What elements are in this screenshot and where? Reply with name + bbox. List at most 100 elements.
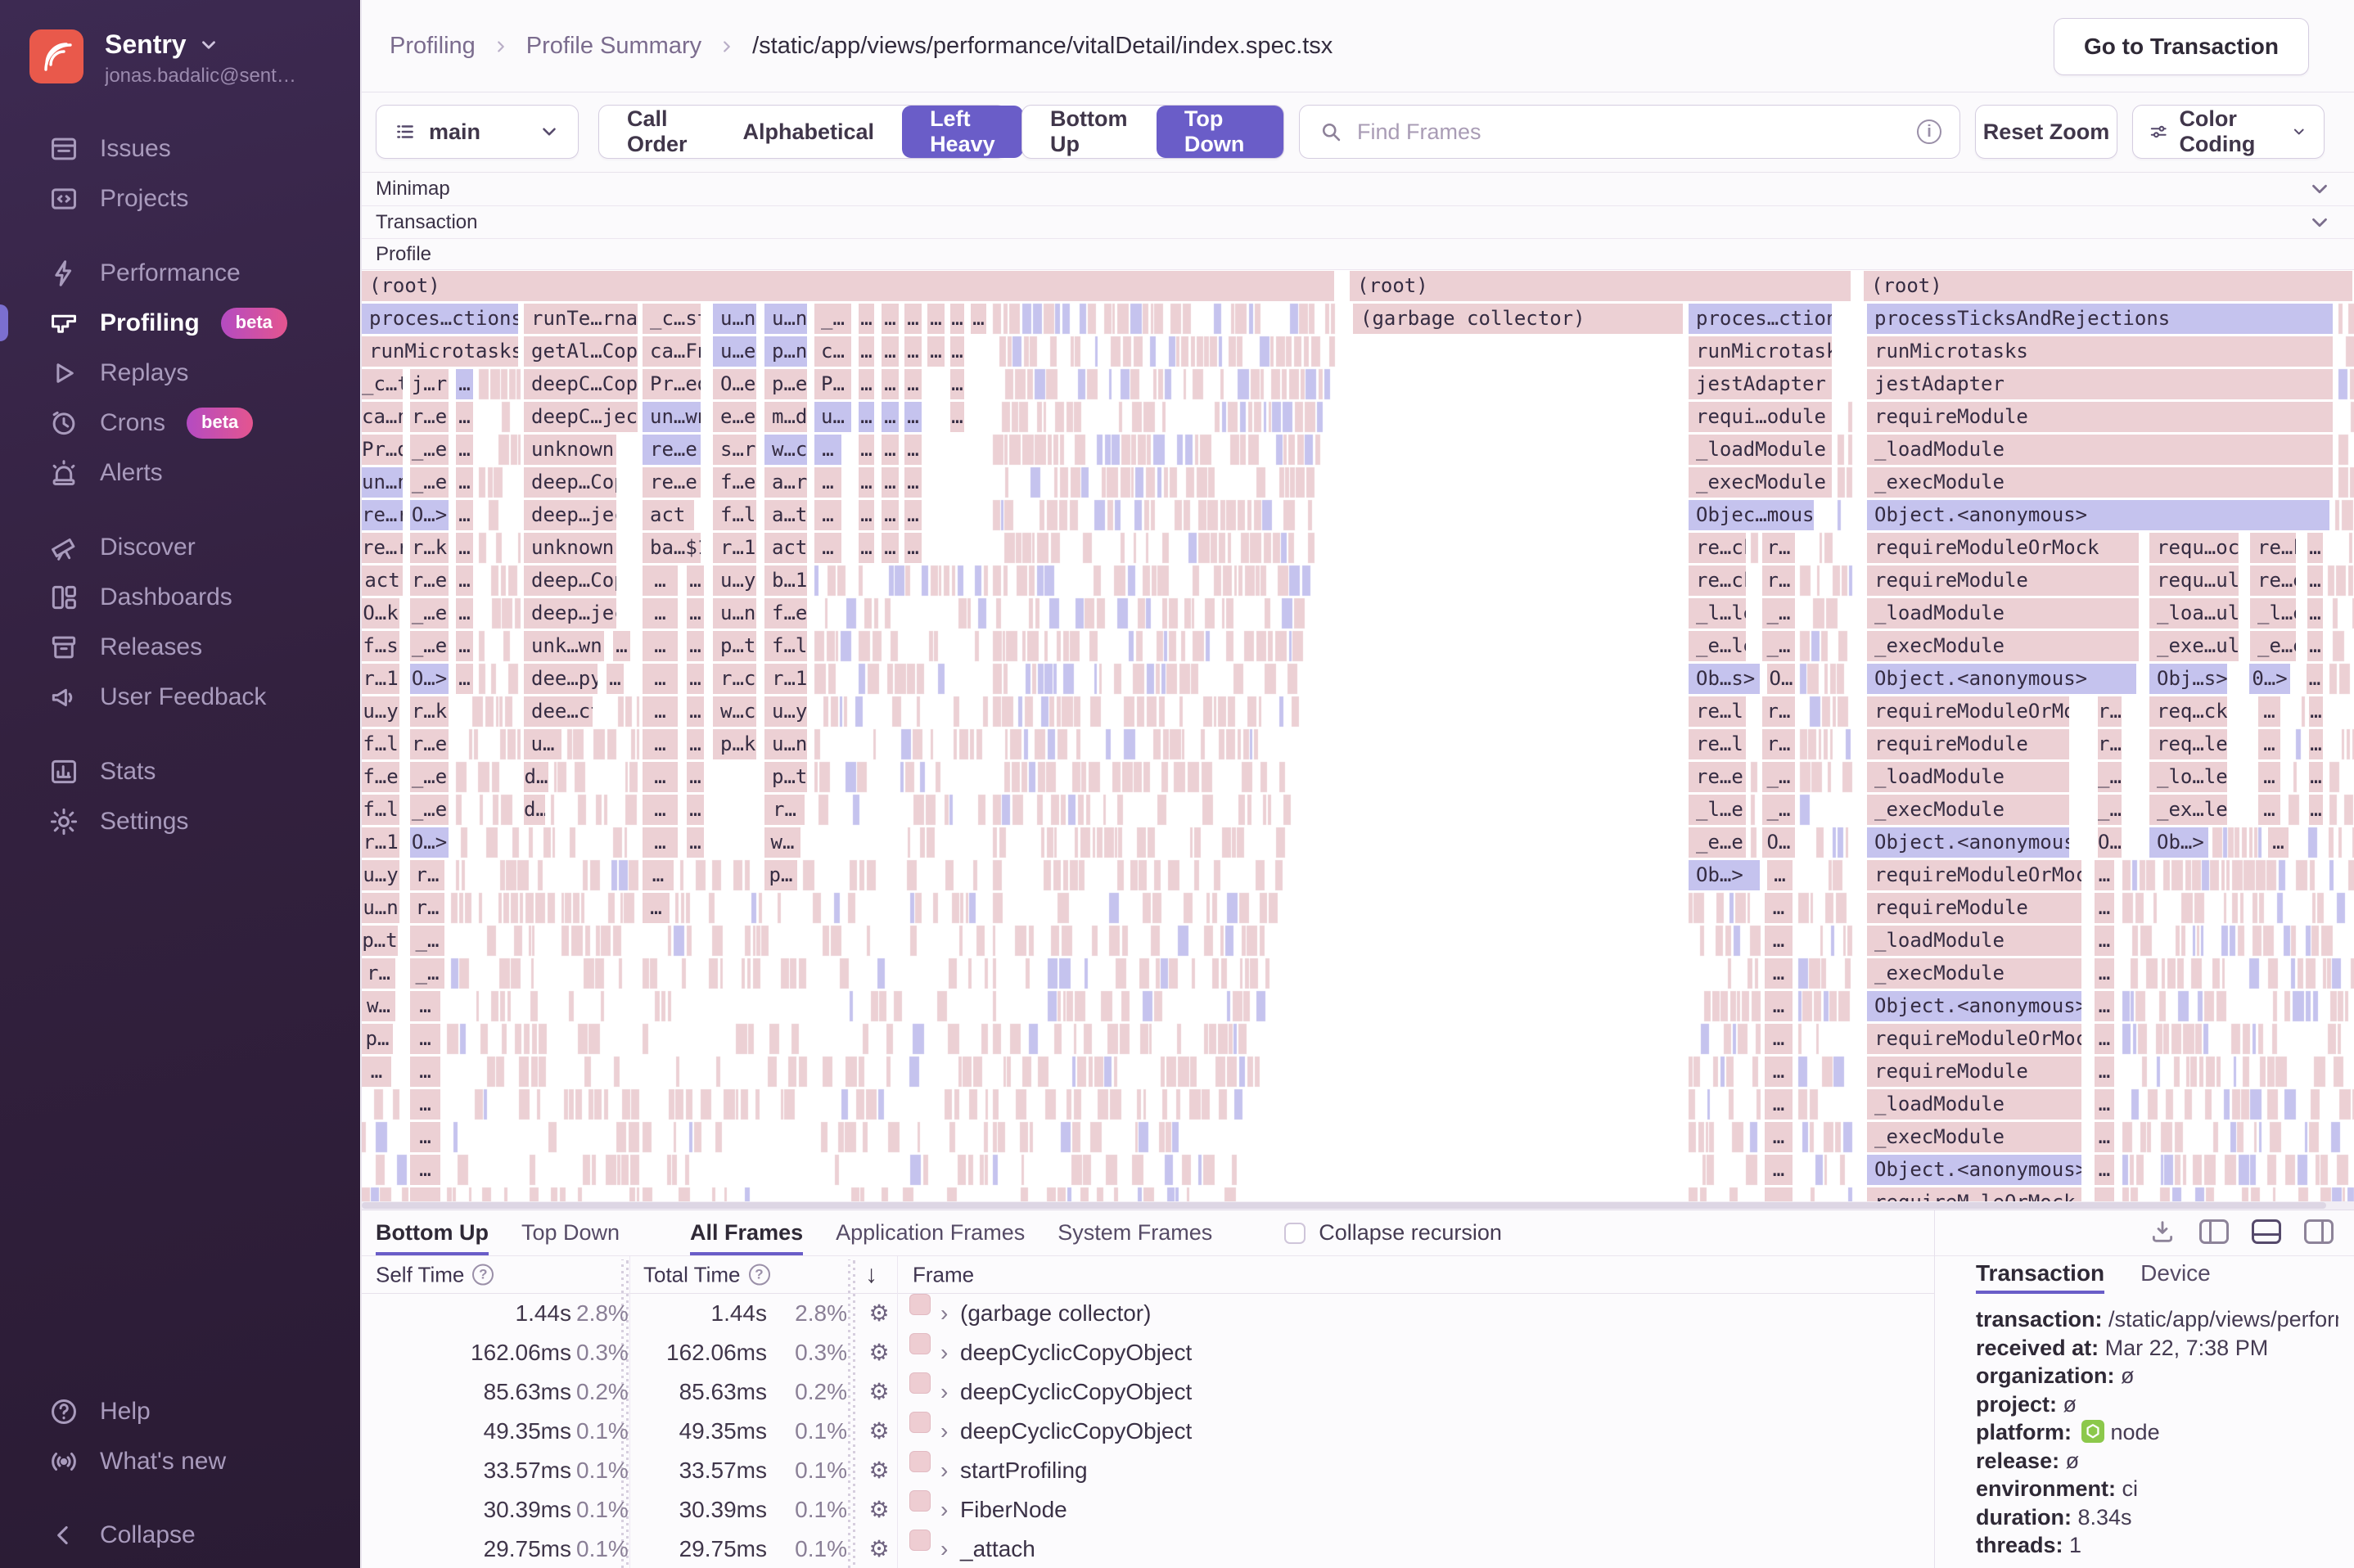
flame-frame[interactable]: _execModule: [1689, 467, 1832, 498]
flame-frame[interactable]: un…n: [362, 467, 403, 498]
flame-frame[interactable]: …: [456, 500, 473, 530]
frame-name[interactable]: _attach: [960, 1530, 1035, 1568]
flame-frame[interactable]: f…l: [713, 500, 756, 530]
flame-frame[interactable]: (root): [1864, 271, 2352, 301]
breadcrumb-profiling[interactable]: Profiling: [390, 33, 476, 60]
flame-frame[interactable]: …: [814, 467, 841, 498]
flame-frame[interactable]: s…r: [713, 435, 756, 465]
flame-frame[interactable]: _loadModule: [1689, 435, 1832, 465]
flame-frame[interactable]: requireModule: [1867, 893, 2081, 923]
flame-frame[interactable]: requireModuleOrMock: [1867, 860, 2081, 890]
expand-chevron-icon[interactable]: ›: [940, 1530, 948, 1568]
tab-top-down[interactable]: Top Down: [521, 1210, 620, 1255]
flame-frame[interactable]: p…n: [764, 336, 807, 367]
flame-frame[interactable]: …: [859, 500, 874, 530]
flame-frame[interactable]: …: [613, 631, 630, 661]
flame-frame[interactable]: …: [2309, 696, 2323, 727]
search-input[interactable]: [1357, 119, 1917, 145]
table-row[interactable]: 33.57ms 0.1% 33.57ms 0.1% ⚙ › startProfiling: [362, 1451, 1934, 1490]
flame-frame[interactable]: …: [1765, 991, 1793, 1021]
flame-frame[interactable]: …: [814, 435, 841, 465]
flame-frame[interactable]: _…: [410, 926, 444, 956]
flame-frame[interactable]: _l…le: [1689, 598, 1746, 629]
flame-frame[interactable]: b…1: [764, 565, 807, 596]
flame-frame[interactable]: …: [410, 1057, 440, 1087]
flame-frame[interactable]: u…: [524, 729, 561, 759]
flame-frame[interactable]: …: [950, 369, 964, 399]
flame-frame[interactable]: re…ck: [1689, 533, 1746, 563]
flame-frame[interactable]: …: [971, 304, 986, 334]
flame-frame[interactable]: …: [950, 336, 964, 367]
flame-frame[interactable]: _…e: [410, 598, 449, 629]
flame-frame[interactable]: P…: [814, 369, 851, 399]
flame-frame[interactable]: _loadModule: [1867, 598, 2139, 629]
expand-chevron-icon[interactable]: ›: [940, 1451, 948, 1490]
flame-frame[interactable]: …: [643, 729, 678, 759]
table-row[interactable]: 85.63ms 0.2% 85.63ms 0.2% ⚙ › deepCyclicCopyOb…: [362, 1372, 1934, 1412]
flame-frame[interactable]: _execModule: [1867, 631, 2139, 661]
flame-frame[interactable]: …: [410, 1024, 440, 1054]
flame-frame[interactable]: …: [643, 565, 678, 596]
flame-frame[interactable]: (garbage collector): [1353, 304, 1683, 334]
chevron-down-icon[interactable]: [2307, 210, 2332, 235]
flame-frame[interactable]: f…l: [764, 631, 807, 661]
gear-icon[interactable]: ⚙: [863, 1333, 895, 1372]
flame-frame[interactable]: …: [1765, 926, 1793, 956]
flame-frame[interactable]: requireM…leOrMock: [1867, 1187, 2081, 1201]
frame-name[interactable]: deepCyclicCopyObject: [960, 1412, 1192, 1451]
flame-frame[interactable]: …: [643, 696, 678, 727]
frame-name[interactable]: FiberNode: [960, 1490, 1067, 1530]
flame-frame[interactable]: processTicksAndRejections: [1867, 304, 2333, 334]
sidebar-item-profiling[interactable]: Profiling beta: [0, 298, 360, 348]
flame-frame[interactable]: …: [2258, 729, 2280, 759]
flame-frame[interactable]: _e…le: [1689, 631, 1746, 661]
flame-frame[interactable]: r…1: [362, 827, 399, 858]
flame-frame[interactable]: …: [904, 369, 922, 399]
flame-frame[interactable]: …: [2095, 1187, 2114, 1201]
flame-frame[interactable]: d…: [524, 795, 545, 825]
sidebar-item-settings[interactable]: Settings: [0, 796, 360, 846]
flame-frame[interactable]: …: [904, 435, 922, 465]
flame-frame[interactable]: req…ck: [2149, 696, 2227, 727]
flame-frame[interactable]: Objec…mous>: [1689, 500, 1814, 530]
flame-frame[interactable]: deep…ject: [524, 598, 616, 629]
flame-frame[interactable]: r…c: [713, 664, 756, 694]
flame-frame[interactable]: …: [2258, 762, 2280, 792]
flame-frame[interactable]: …: [2307, 631, 2323, 661]
table-row[interactable]: 29.75ms 0.1% 29.75ms 0.1% ⚙ › _attach: [362, 1530, 1934, 1568]
flame-frame[interactable]: …: [456, 565, 473, 596]
flame-frame[interactable]: act: [764, 533, 807, 563]
sidebar-item-discover[interactable]: Discover: [0, 522, 360, 572]
flame-frame[interactable]: …: [687, 729, 704, 759]
flame-frame[interactable]: f…l: [362, 795, 399, 825]
flame-frame[interactable]: …: [687, 598, 704, 629]
flame-frame[interactable]: _…e: [410, 795, 449, 825]
flame-frame[interactable]: runMicrotasks: [362, 336, 518, 367]
flame-frame[interactable]: …: [2307, 565, 2323, 596]
flame-frame[interactable]: …: [456, 369, 473, 399]
sidebar-item-help[interactable]: Help: [0, 1386, 360, 1436]
flame-frame[interactable]: u…n: [362, 893, 399, 923]
flame-frame[interactable]: un…wn: [643, 402, 701, 432]
flame-frame[interactable]: jestAdapter: [1867, 369, 2333, 399]
flame-frame[interactable]: …: [859, 304, 874, 334]
flame-frame[interactable]: r…: [410, 893, 444, 923]
flamegraph-horizontal-scrollbar[interactable]: [362, 1201, 2354, 1210]
checkbox-icon[interactable]: [1284, 1222, 1306, 1244]
flame-frame[interactable]: _exe…ule: [2149, 631, 2239, 661]
flame-frame[interactable]: 0…>: [2249, 664, 2290, 694]
find-frames-search[interactable]: i: [1299, 105, 1960, 159]
flame-frame[interactable]: re…ck: [1689, 565, 1746, 596]
tab-application-frames[interactable]: Application Frames: [836, 1210, 1025, 1255]
flame-frame[interactable]: p…: [764, 860, 797, 890]
flame-frame[interactable]: Pr…d: [362, 435, 403, 465]
flame-frame[interactable]: requi…odule: [1689, 402, 1832, 432]
total-time-header[interactable]: Total Time?: [643, 1262, 770, 1287]
flame-frame[interactable]: e…e: [713, 402, 756, 432]
flame-frame[interactable]: r…: [410, 860, 444, 890]
sidebar-item-whats-new[interactable]: What's new: [0, 1436, 360, 1486]
flame-frame[interactable]: Object.<anonymous>: [1867, 664, 2136, 694]
color-coding-button[interactable]: Color Coding: [2132, 105, 2325, 159]
flame-frame[interactable]: _e…e: [2250, 631, 2296, 661]
flame-frame[interactable]: f…e: [764, 598, 807, 629]
